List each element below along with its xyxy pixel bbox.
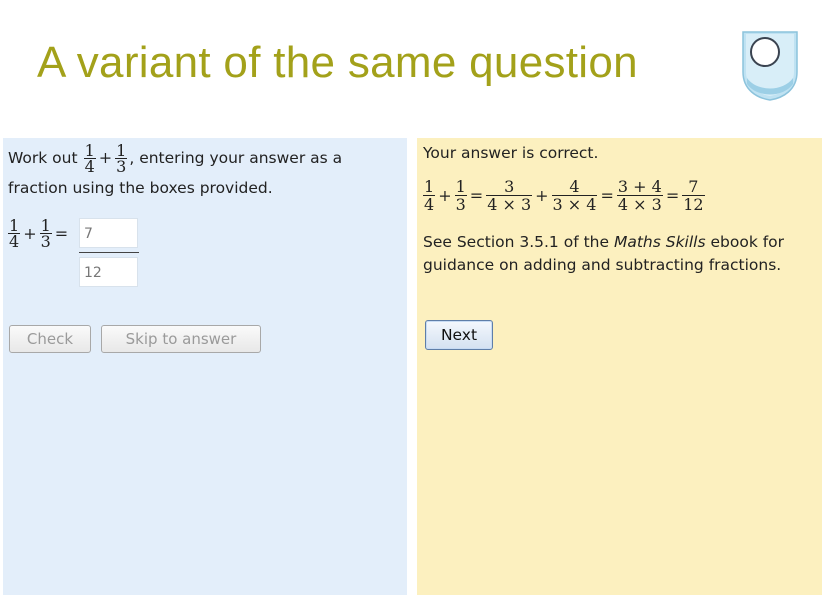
- feedback-text: Your answer is correct. 14 + 13 = 34 × 3…: [423, 142, 818, 276]
- reference-text: See Section 3.5.1 of the Maths Skills eb…: [423, 233, 785, 274]
- working-result: 7 12: [682, 177, 705, 214]
- question-prefix: Work out: [8, 149, 78, 167]
- working-term: 34 × 3: [486, 177, 533, 214]
- next-button[interactable]: Next: [425, 320, 493, 350]
- working-term: 3 + 44 × 3: [616, 177, 663, 214]
- answer-fraction-a: 1 4: [8, 216, 21, 251]
- university-logo-icon: [742, 31, 798, 101]
- worked-solution: 14 + 13 = 34 × 3 + 43 × 4 = 3 + 44 × 3 =…: [423, 177, 705, 214]
- question-suffix: , entering your answer as a: [129, 149, 343, 167]
- answer-fraction-b: 1 3: [39, 216, 52, 251]
- question-text: Work out 1 4 + 1 3 , entering your answe…: [8, 140, 403, 200]
- fraction-one-third: 1 3: [115, 140, 128, 176]
- working-term: 14: [423, 177, 436, 214]
- answer-expression: 1 4 + 1 3 =: [8, 216, 69, 251]
- answer-boxes: 7 12: [79, 218, 139, 287]
- correct-status: Your answer is correct.: [423, 144, 599, 162]
- skip-to-answer-button[interactable]: Skip to answer: [101, 325, 261, 353]
- question-panel: [3, 138, 407, 595]
- working-term: 43 × 4: [551, 177, 598, 214]
- slide-title: A variant of the same question: [37, 38, 638, 87]
- numerator-input[interactable]: 7: [79, 218, 138, 248]
- check-button[interactable]: Check: [9, 325, 91, 353]
- plus-sign: +: [98, 148, 113, 167]
- denominator-input[interactable]: 12: [79, 257, 138, 287]
- ebook-title: Maths Skills: [613, 233, 706, 251]
- question-line2: fraction using the boxes provided.: [8, 179, 273, 197]
- working-term: 13: [454, 177, 467, 214]
- fraction-bar: [79, 252, 139, 253]
- fraction-one-quarter: 1 4: [83, 140, 96, 176]
